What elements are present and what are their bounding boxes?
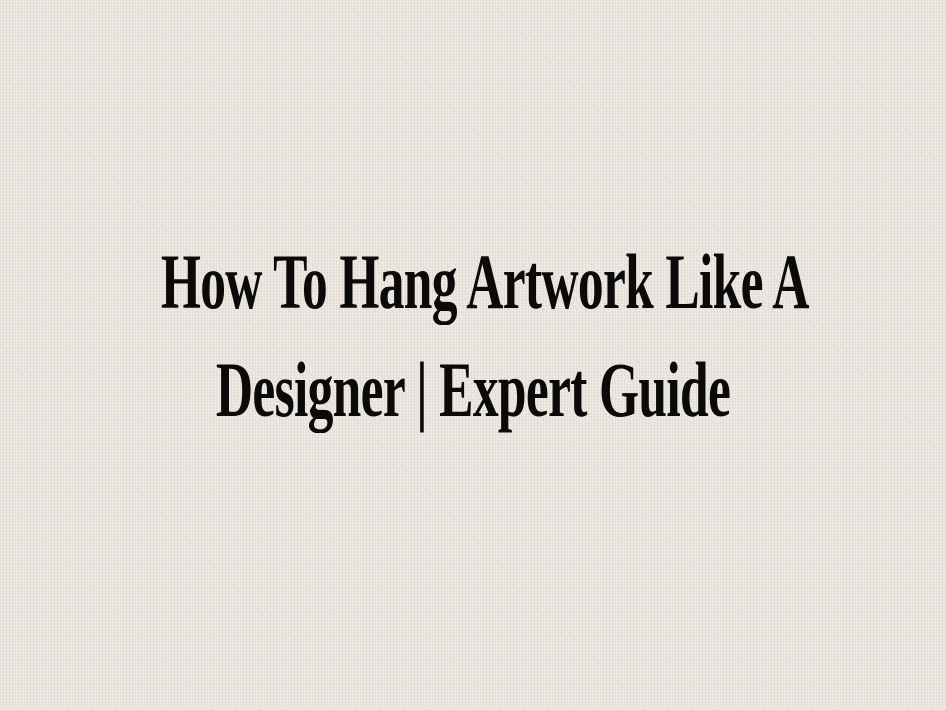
linen-background: How To Hang Artwork Like A Designer | Ex…: [0, 0, 946, 710]
title-line-1: How To Hang Artwork Like A: [160, 238, 810, 325]
page-title: How To Hang Artwork Like A Designer | Ex…: [0, 228, 946, 444]
title-line-2: Designer | Expert Guide: [215, 346, 731, 433]
